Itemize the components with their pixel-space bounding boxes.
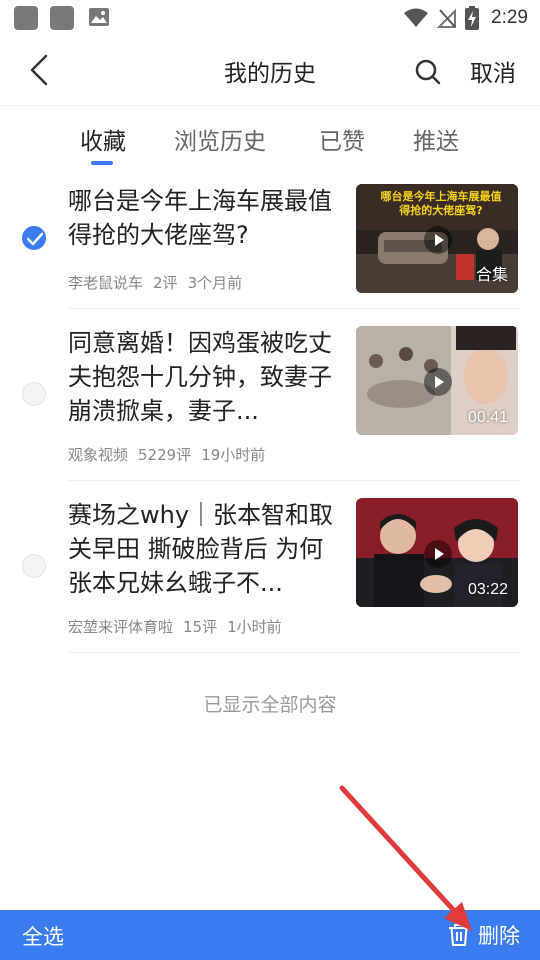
trash-icon: [449, 924, 469, 946]
cancel-button[interactable]: 取消: [470, 54, 516, 88]
battery-charging-icon: [465, 6, 480, 30]
item-meta: 宏堃来评体育啦 15评 1小时前: [68, 616, 292, 637]
select-all-button[interactable]: 全选: [22, 921, 64, 951]
item-title: 同意离婚！因鸡蛋被吃丈夫抱怨十几分钟，致妻子崩溃掀桌，妻子...: [68, 329, 332, 425]
item-comments: 2评: [153, 274, 178, 292]
play-icon: [424, 368, 452, 396]
select-checkbox[interactable]: [22, 554, 46, 578]
image-icon: [89, 8, 109, 26]
item-comments: 15评: [183, 618, 218, 636]
item-comments: 5229评: [138, 446, 192, 464]
list-item[interactable]: 同意离婚！因鸡蛋被吃丈夫抱怨十几分钟，致妻子崩溃掀桌，妻子... 观象视频 522…: [0, 310, 540, 482]
item-source: 观象视频: [68, 446, 129, 464]
thumbnail-caption: 哪台是今年上海车展最值得抢的大佬座驾?: [380, 190, 502, 217]
notification-icon: [50, 6, 74, 30]
item-meta: 观象视频 5229评 19小时前: [68, 444, 275, 465]
divider: [68, 480, 520, 481]
collection-badge: 合集: [475, 267, 508, 284]
play-icon: [424, 540, 452, 568]
duration-badge: 03:22: [467, 581, 508, 598]
app-header: 我的历史 取消: [0, 36, 540, 106]
back-button[interactable]: [24, 52, 54, 88]
tab-favorites[interactable]: 收藏: [80, 122, 126, 156]
duration-badge: 00:41: [467, 409, 508, 426]
active-tab-indicator: [91, 161, 113, 165]
video-thumbnail[interactable]: 03:22: [356, 498, 518, 607]
tab-push[interactable]: 推送: [413, 122, 459, 156]
status-bar: 2:29: [0, 0, 540, 36]
item-meta: 李老鼠说车 2评 3个月前: [68, 272, 252, 293]
video-thumbnail[interactable]: 00:41: [356, 326, 518, 435]
item-title: 赛场之why｜张本智和取关早田 撕破脸背后 为何张本兄妹幺蛾子不...: [68, 501, 334, 597]
list-item[interactable]: 赛场之why｜张本智和取关早田 撕破脸背后 为何张本兄妹幺蛾子不... 宏堃来评…: [0, 482, 540, 654]
status-time: 2:29: [491, 7, 528, 28]
item-source: 李老鼠说车: [68, 274, 144, 292]
end-of-list-text: 已显示全部内容: [203, 694, 337, 716]
select-checkbox[interactable]: [22, 382, 46, 406]
delete-label: 删除: [478, 924, 520, 948]
tab-liked[interactable]: 已赞: [319, 122, 365, 156]
item-time: 19小时前: [201, 446, 266, 464]
chevron-left-icon: [30, 54, 48, 86]
no-signal-icon: [437, 8, 457, 28]
play-icon: [424, 226, 452, 254]
tab-bar: 收藏 浏览历史 已赞 推送: [0, 106, 540, 168]
tab-browse-history[interactable]: 浏览历史: [174, 122, 266, 156]
divider: [68, 308, 520, 309]
notification-icon: [14, 6, 38, 30]
item-time: 1小时前: [227, 618, 282, 636]
bottom-action-bar: 全选 删除: [0, 910, 540, 960]
video-thumbnail[interactable]: 哪台是今年上海车展最值得抢的大佬座驾? 合集: [356, 184, 518, 293]
select-checkbox[interactable]: [22, 226, 46, 250]
page-title: 我的历史: [224, 61, 316, 87]
search-icon[interactable]: [414, 58, 442, 86]
item-title: 哪台是今年上海车展最值得抢的大佬座驾?: [68, 187, 332, 249]
delete-button[interactable]: 删除: [448, 920, 520, 950]
wifi-icon: [404, 8, 429, 27]
item-source: 宏堃来评体育啦: [68, 618, 174, 636]
divider: [68, 652, 520, 653]
item-time: 3个月前: [187, 274, 243, 292]
checkmark-icon: [27, 232, 43, 246]
